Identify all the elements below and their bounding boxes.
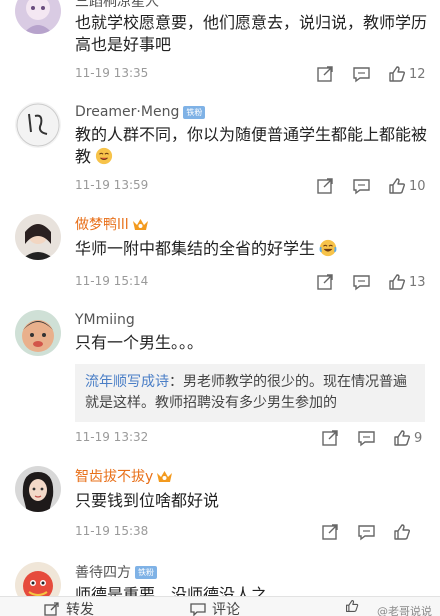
avatar[interactable]: [15, 0, 61, 34]
like-count: 12: [409, 66, 426, 82]
watermark: @老哥说说: [377, 605, 432, 616]
comment-text-body: 华师一附中都集结的全省的好学生: [75, 239, 316, 258]
comment-icon: [353, 179, 370, 195]
reply-username[interactable]: 流年顺写成诗: [85, 374, 169, 390]
comment-text: 只要钱到位啥都好说: [75, 491, 220, 510]
reply-button[interactable]: [357, 428, 376, 448]
avatar[interactable]: [15, 214, 61, 260]
vip-crown-icon: [157, 470, 173, 482]
like-count: 10: [409, 178, 426, 194]
repost-icon: [44, 602, 59, 616]
repost-button[interactable]: 转发: [44, 599, 94, 616]
username[interactable]: 善待四方: [75, 562, 131, 582]
name-row: 善待四方 铁粉: [75, 562, 157, 582]
avatar[interactable]: [15, 102, 61, 148]
thumbs-up-icon: [389, 66, 406, 82]
comment-icon: [358, 431, 375, 447]
fan-badge: 铁粉: [183, 105, 206, 119]
like-button[interactable]: 10: [388, 176, 426, 196]
thumbs-up-icon: [389, 178, 406, 194]
comment-actions: 13: [0, 272, 440, 292]
comment-button[interactable]: 评论: [190, 599, 240, 616]
share-button[interactable]: [316, 176, 334, 196]
reply-button[interactable]: [352, 64, 371, 84]
share-icon: [317, 274, 333, 290]
name-row: 做梦鸭lll: [75, 214, 149, 234]
share-button[interactable]: [316, 272, 334, 292]
thumbs-up-icon: [394, 524, 411, 540]
comment-text: 只有一个男生。。。: [75, 333, 204, 352]
share-icon: [322, 524, 338, 540]
share-button[interactable]: [316, 64, 334, 84]
like-count: 9: [414, 430, 423, 446]
yum-face-icon: [95, 147, 113, 165]
share-icon: [322, 430, 338, 446]
username[interactable]: YMmiing: [75, 312, 135, 328]
like-button[interactable]: 12: [388, 64, 426, 84]
reply-button[interactable]: [357, 522, 376, 542]
like-count: 13: [409, 274, 426, 290]
comment-actions: 10: [0, 176, 440, 196]
username[interactable]: 做梦鸭lll: [75, 214, 129, 234]
share-icon: [317, 66, 333, 82]
like-button[interactable]: [393, 522, 414, 542]
share-button[interactable]: [321, 428, 339, 448]
name-row: 智齿拔不拔y: [75, 466, 173, 486]
comment-text: 师德是重要，没师德没人之…: [75, 585, 284, 596]
comment-icon: [358, 525, 375, 541]
comment-icon: [353, 67, 370, 83]
fan-badge: 铁粉: [135, 565, 157, 579]
name-row: Dreamer·Meng 铁粉: [75, 102, 206, 122]
comment-label: 评论: [212, 602, 240, 616]
avatar[interactable]: [15, 466, 61, 512]
thumbs-up-icon: [394, 430, 411, 446]
thumbs-up-icon: [389, 274, 406, 290]
comment-text: 华师一附中都集结的全省的好学生: [75, 238, 427, 260]
reply-button[interactable]: [352, 176, 371, 196]
comment-text: 也就学校愿意要，他们愿意去，说归说，教师学历高也是好事吧: [75, 13, 428, 54]
username[interactable]: Dreamer·Meng: [75, 104, 179, 120]
bottom-action-bar: 转发 评论: [0, 596, 440, 616]
comment-text-body: 教的人群不同，你以为随便普通学生都能上都能被教: [75, 125, 428, 166]
name-row: YMmiing: [75, 310, 135, 330]
reply-button[interactable]: [352, 272, 371, 292]
like-button[interactable]: 9: [393, 428, 422, 448]
vip-crown-icon: [132, 218, 148, 230]
thumbs-up-icon: [346, 600, 359, 612]
like-button[interactable]: 13: [388, 272, 426, 292]
like-post-button[interactable]: [344, 599, 366, 613]
share-icon: [317, 178, 333, 194]
laugh-cry-face-icon: [319, 239, 337, 257]
comment-actions: 9: [0, 428, 440, 448]
avatar[interactable]: [15, 310, 61, 356]
comment-actions: 12: [0, 64, 440, 84]
comment-icon: [353, 275, 370, 291]
share-button[interactable]: [321, 522, 339, 542]
repost-label: 转发: [66, 602, 94, 616]
partial-username[interactable]: 三蹈桐凉星人: [75, 0, 159, 11]
comment-text: 教的人群不同，你以为随便普通学生都能上都能被教: [75, 124, 427, 168]
comment-actions: [0, 522, 440, 542]
username[interactable]: 智齿拔不拔y: [75, 466, 153, 486]
reply-quote[interactable]: 流年顺写成诗：男老师教学的很少的。现在情况普遍就是这样。教师招聘没有多少男生参加…: [75, 364, 425, 422]
comment-icon: [190, 603, 206, 616]
